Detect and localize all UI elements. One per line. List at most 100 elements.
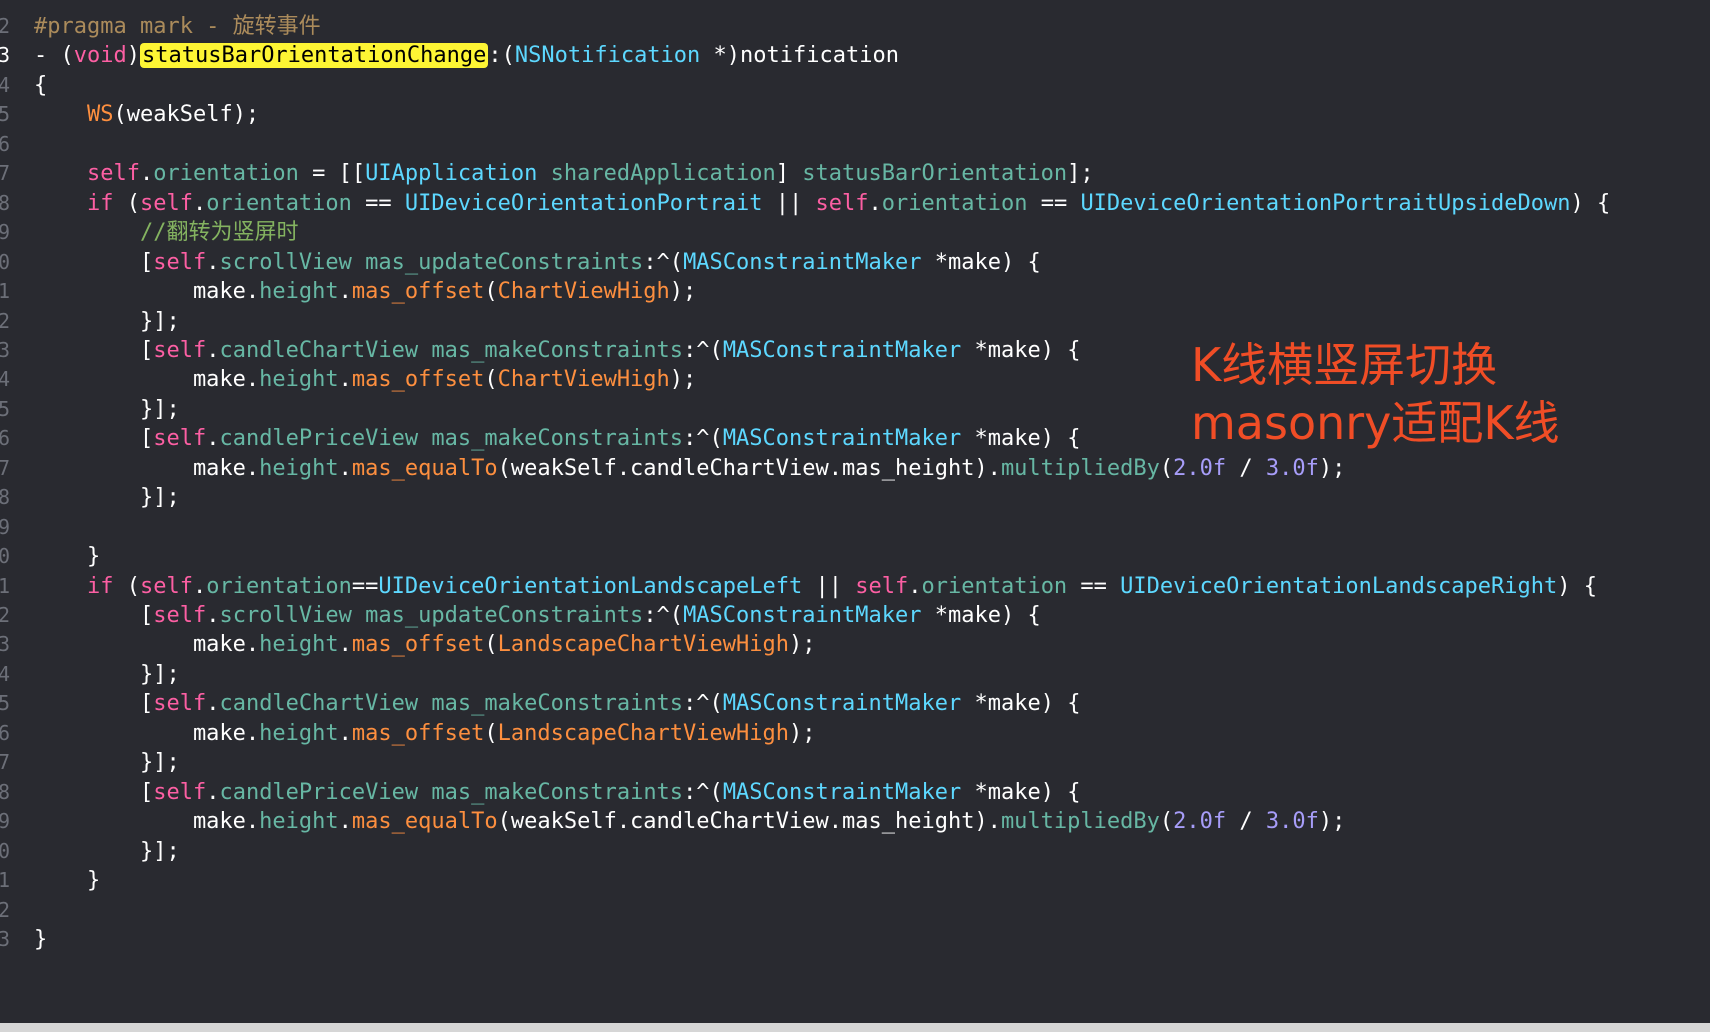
code-token: scrollView <box>219 603 352 628</box>
code-line[interactable]: 9 <box>0 512 1710 543</box>
code-token: *make) { <box>921 603 1041 628</box>
code-line[interactable]: 1 } <box>0 865 1710 896</box>
code-text[interactable]: } <box>34 541 100 572</box>
code-line[interactable]: 2 <box>0 895 1710 926</box>
code-line[interactable]: 1 if (self.orientation==UIDeviceOrientat… <box>0 571 1710 602</box>
code-token: 3.0f <box>1265 809 1319 835</box>
code-line[interactable]: 1 make.height.mas_offset(ChartViewHigh); <box>0 276 1710 307</box>
code-text[interactable]: } <box>34 865 100 896</box>
code-token: make. <box>34 720 260 746</box>
code-text[interactable]: [self.candlePriceView mas_makeConstraint… <box>34 423 1081 454</box>
code-text[interactable]: { <box>34 70 47 101</box>
code-token: ( <box>1159 455 1174 481</box>
code-line[interactable]: 0 [self.scrollView mas_updateConstraints… <box>0 247 1710 278</box>
code-text[interactable]: self.orientation = [[UIApplication share… <box>34 158 1094 189</box>
code-token: :^( <box>643 603 684 628</box>
code-token: self <box>855 573 909 599</box>
code-text[interactable]: if (self.orientation==UIDeviceOrientatio… <box>34 571 1597 602</box>
code-token: *make) { <box>961 337 1081 363</box>
line-number: 3 <box>0 926 11 951</box>
code-token: ); <box>1318 809 1346 835</box>
code-text[interactable]: [self.scrollView mas_updateConstraints:^… <box>34 247 1041 278</box>
code-line[interactable]: 5 [self.candleChartView mas_makeConstrai… <box>0 688 1710 719</box>
code-text[interactable]: WS(weakSelf); <box>34 99 259 130</box>
code-text[interactable]: [self.candleChartView mas_makeConstraint… <box>34 335 1081 366</box>
code-line[interactable]: 2 }]; <box>0 306 1710 337</box>
code-token: . <box>192 190 207 216</box>
code-token: orientation <box>881 190 1028 216</box>
code-text[interactable]: }]; <box>34 394 180 425</box>
line-number: 0 <box>0 249 11 274</box>
code-token: ( <box>484 279 498 305</box>
code-text[interactable]: }]; <box>34 659 180 690</box>
code-token: if <box>86 190 114 216</box>
code-token: . <box>139 161 154 187</box>
code-line[interactable]: 7 }]; <box>0 747 1710 778</box>
code-text[interactable]: }]; <box>34 747 180 778</box>
code-line[interactable]: 4{ <box>0 70 1710 101</box>
code-token: :^( <box>683 779 723 805</box>
code-text[interactable]: make.height.mas_equalTo(weakSelf.candleC… <box>34 806 1345 837</box>
code-token: == <box>1067 573 1121 599</box>
code-text[interactable]: }]; <box>34 836 180 867</box>
code-line[interactable]: 2 [self.scrollView mas_updateConstraints… <box>0 600 1710 631</box>
code-line[interactable]: 5 WS(weakSelf); <box>0 99 1710 130</box>
code-line[interactable]: 3 - (void)statusBarOrientationChange:(NSN… <box>0 40 1710 71</box>
code-line[interactable]: 3} <box>0 924 1710 955</box>
code-token: orientation <box>206 573 352 599</box>
code-token: = [[ <box>298 161 366 187</box>
code-token: || <box>802 573 856 599</box>
code-token: (weakSelf.candleChartView.mas_height). <box>497 455 1001 481</box>
code-token: height <box>259 367 339 393</box>
code-text[interactable]: }]; <box>34 482 180 513</box>
code-token: *make) { <box>961 426 1081 452</box>
code-line[interactable]: 8 }]; <box>0 482 1710 513</box>
code-text[interactable]: [self.candleChartView mas_makeConstraint… <box>34 688 1081 719</box>
code-token: NSNotification <box>514 43 701 69</box>
code-token: MASConstraintMaker <box>722 426 962 452</box>
code-token: #pragma mark - 旋转事件 <box>34 14 321 39</box>
code-line[interactable]: 0 } <box>0 541 1710 572</box>
code-token: ) { <box>1570 190 1611 216</box>
editor-bottom-edge <box>0 1023 1710 1032</box>
code-text[interactable]: //翻转为竖屏时 <box>34 217 299 248</box>
code-line[interactable]: 9 //翻转为竖屏时 <box>0 217 1710 248</box>
code-text[interactable]: make.height.mas_offset(ChartViewHigh); <box>34 276 696 307</box>
code-line[interactable]: 3 make.height.mas_offset(LandscapeChartV… <box>0 629 1710 660</box>
code-token: } <box>34 868 101 894</box>
code-line[interactable]: 2 #pragma mark - 旋转事件 <box>0 11 1710 42</box>
code-line[interactable]: 4 }]; <box>0 659 1710 690</box>
code-text[interactable]: }]; <box>34 306 180 337</box>
code-line[interactable]: 8 if (self.orientation == UIDeviceOrient… <box>0 188 1710 219</box>
code-text[interactable]: make.height.mas_offset(LandscapeChartVie… <box>34 629 816 660</box>
code-token: multipliedBy <box>1000 809 1160 835</box>
code-text[interactable]: - (void)statusBarOrientationChange:(NSNo… <box>34 40 899 71</box>
code-line[interactable]: 8 [self.candlePriceView mas_makeConstrai… <box>0 777 1710 808</box>
code-token: make. <box>34 279 260 305</box>
code-token: *make) { <box>921 249 1041 275</box>
code-editor[interactable]: 2 #pragma mark - 旋转事件 3- (void)statusBarOr… <box>0 0 1710 1023</box>
code-text[interactable]: #pragma mark - 旋转事件 <box>34 11 321 42</box>
code-token: :^( <box>683 337 723 363</box>
code-line[interactable]: 7 make.height.mas_equalTo(weakSelf.candl… <box>0 453 1710 484</box>
code-text[interactable]: make.height.mas_equalTo(weakSelf.candleC… <box>34 453 1345 484</box>
code-line[interactable]: 6 <box>0 129 1710 160</box>
code-line[interactable]: 6 make.height.mas_offset(LandscapeChartV… <box>0 718 1710 749</box>
code-token: orientation <box>153 161 299 187</box>
code-line[interactable]: 9 make.height.mas_equalTo(weakSelf.candl… <box>0 806 1710 837</box>
code-text[interactable]: if (self.orientation == UIDeviceOrientat… <box>34 188 1610 219</box>
code-text[interactable]: make.height.mas_offset(ChartViewHigh); <box>34 364 696 395</box>
code-text[interactable]: [self.scrollView mas_updateConstraints:^… <box>34 600 1041 631</box>
line-number: 2 <box>0 308 11 333</box>
code-text[interactable]: make.height.mas_offset(LandscapeChartVie… <box>34 718 816 749</box>
code-token: . <box>338 720 352 746</box>
code-token: . <box>206 337 220 363</box>
code-text[interactable]: [self.candlePriceView mas_makeConstraint… <box>34 777 1081 808</box>
code-line[interactable]: 0 }]; <box>0 836 1710 867</box>
code-line[interactable]: 7 self.orientation = [[UIApplication sha… <box>0 158 1710 189</box>
code-token: self <box>139 573 193 599</box>
code-text[interactable]: } <box>34 924 47 955</box>
